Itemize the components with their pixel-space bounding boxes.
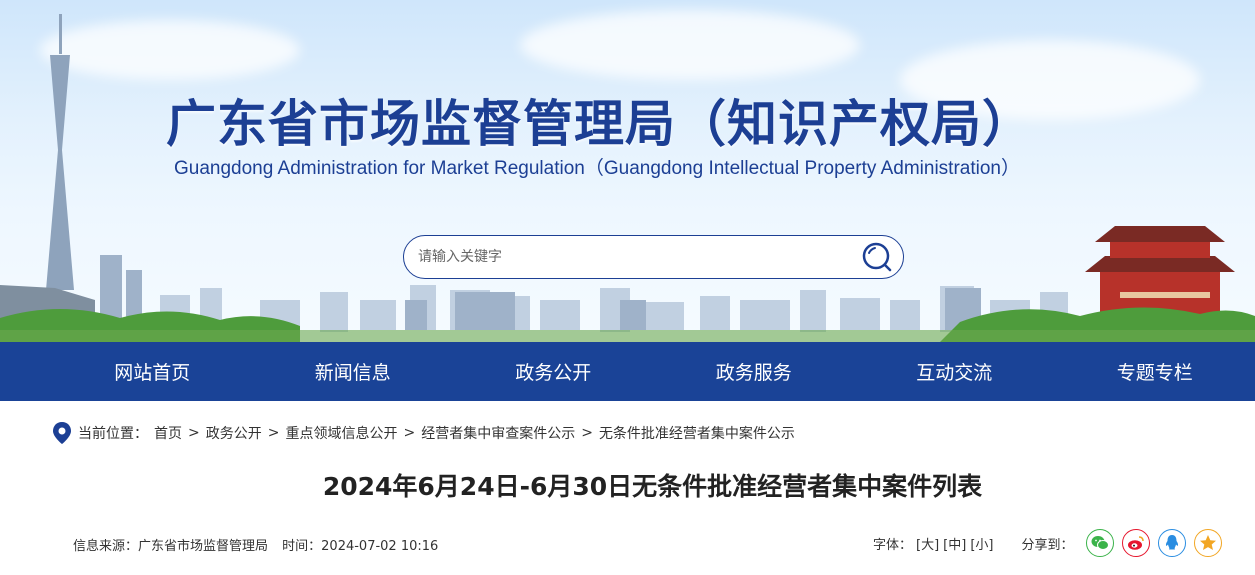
search-input[interactable]	[418, 236, 848, 278]
pavilion-building	[1085, 226, 1235, 320]
breadcrumb-separator: >	[403, 425, 416, 441]
article-time: 时间：2024-07-02 10:16	[282, 539, 439, 554]
font-size-medium-button[interactable]: [中]	[943, 534, 966, 553]
header-banner: 广东省市场监督管理局（知识产权局） Guangdong Administrati…	[0, 0, 1255, 342]
search-box	[403, 235, 904, 279]
nav-item-news[interactable]: 新闻信息	[253, 342, 454, 401]
qq-icon	[1165, 535, 1178, 550]
main-nav: 网站首页 新闻信息 政务公开 政务服务 互动交流 专题专栏	[0, 342, 1255, 401]
canton-tower	[46, 14, 74, 290]
breadcrumb: 当前位置： 首页 > 政务公开 > 重点领域信息公开 > 经营者集中审查案件公示…	[52, 421, 795, 445]
nav-item-government-affairs[interactable]: 政务公开	[453, 342, 654, 401]
nav-item-home[interactable]: 网站首页	[52, 342, 253, 401]
site-subtitle: Guangdong Administration for Market Regu…	[174, 158, 1020, 179]
article-source: 信息来源：广东省市场监督管理局	[73, 539, 269, 554]
breadcrumb-item-merger-review[interactable]: 经营者集中审查案件公示	[421, 423, 575, 443]
share-label: 分享到：	[1021, 537, 1074, 553]
breadcrumb-separator: >	[581, 425, 593, 441]
article-tools: 字体： [大] [中] [小] 分享到：	[873, 529, 1230, 557]
search-icon	[862, 242, 892, 272]
site-title: 广东省市场监督管理局（知识产权局）	[166, 95, 1033, 153]
article-title: 2024年6月24日-6月30日无条件批准经营者集中案件列表	[322, 472, 983, 501]
nav-item-special-topics[interactable]: 专题专栏	[1055, 342, 1255, 401]
share-qq-button[interactable]	[1157, 529, 1186, 557]
nav-item-government-services[interactable]: 政务服务	[654, 342, 855, 401]
breadcrumb-label: 当前位置：	[78, 426, 148, 442]
font-size-large-button[interactable]: [大]	[916, 534, 939, 553]
nav-item-interaction[interactable]: 互动交流	[854, 342, 1055, 401]
breadcrumb-item-unconditional-approval[interactable]: 无条件批准经营者集中案件公示	[599, 423, 795, 443]
qzone-icon	[1199, 535, 1216, 550]
share-qzone-button[interactable]	[1193, 529, 1222, 557]
font-size-small-button[interactable]: [小]	[970, 534, 993, 553]
wechat-icon	[1091, 536, 1109, 550]
breadcrumb-separator: >	[267, 425, 280, 441]
breadcrumb-separator: >	[188, 425, 200, 441]
article-meta: 信息来源：广东省市场监督管理局 时间：2024-07-02 10:16	[73, 535, 448, 554]
location-pin-icon	[53, 422, 71, 444]
search-button[interactable]	[861, 241, 893, 273]
weibo-icon	[1127, 536, 1144, 550]
breadcrumb-item-home[interactable]: 首页	[154, 423, 182, 443]
share-wechat-button[interactable]	[1085, 529, 1114, 557]
share-weibo-button[interactable]	[1121, 529, 1150, 557]
font-size-label: 字体：	[873, 537, 913, 553]
breadcrumb-item-key-info[interactable]: 重点领域信息公开	[285, 423, 397, 443]
breadcrumb-item-government-affairs[interactable]: 政务公开	[206, 423, 262, 443]
